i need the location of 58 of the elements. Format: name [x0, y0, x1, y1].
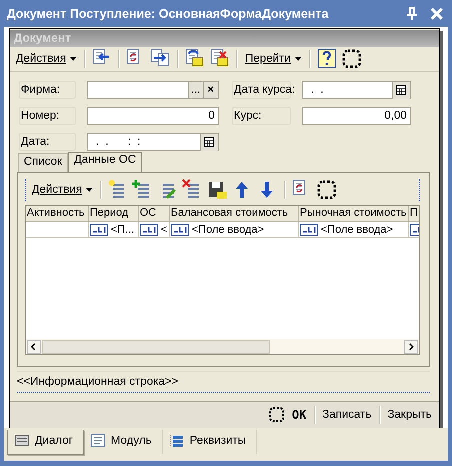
table-cell[interactable]: <Поле ввода>: [299, 222, 409, 238]
tab[interactable]: Данные ОС: [68, 152, 142, 172]
designer-tab[interactable]: Модуль: [84, 430, 163, 454]
table-cell[interactable]: <Поле ввода>: [170, 222, 299, 238]
input-field[interactable]: 0: [87, 107, 219, 125]
ok-button[interactable]: OK: [289, 406, 310, 424]
field-label: Курс:: [232, 107, 291, 125]
clear-button[interactable]: ×: [203, 82, 218, 98]
form-title: Документ: [10, 30, 439, 47]
actions-menu[interactable]: Перейти: [243, 53, 304, 65]
info-line: <<Информационная строка>>: [17, 376, 178, 388]
customize-icon[interactable]: [316, 179, 338, 201]
column-header[interactable]: Балансовая стоимость: [170, 206, 299, 222]
calendar-icon[interactable]: [392, 82, 410, 99]
module-icon[interactable]: [90, 433, 106, 449]
input-field[interactable]: . . : :: [87, 133, 219, 151]
dropdown-caret-icon[interactable]: [86, 188, 94, 192]
designer-tab[interactable]: Реквизиты: [162, 430, 258, 454]
actions-menu[interactable]: Действия: [30, 184, 96, 196]
designer-tab[interactable]: Диалог: [7, 430, 84, 455]
customize-icon[interactable]: [340, 48, 363, 70]
help-icon[interactable]: [316, 48, 338, 70]
column-header[interactable]: Активность: [26, 206, 89, 222]
form-button[interactable]: Закрыть: [384, 407, 435, 423]
form-button[interactable]: Записать: [320, 407, 375, 423]
close-icon[interactable]: [430, 6, 444, 20]
dropdown-caret-icon[interactable]: [294, 57, 302, 61]
dropdown-caret-icon[interactable]: [70, 57, 78, 61]
field-label: Номер:: [19, 107, 76, 125]
scroll-right-icon[interactable]: [404, 340, 418, 354]
pin-icon[interactable]: [406, 6, 418, 20]
input-field[interactable]: ... ×: [87, 81, 219, 99]
tab[interactable]: Список: [18, 153, 68, 172]
customize-icon[interactable]: [269, 407, 286, 423]
table-cell[interactable]: <П...: [89, 222, 139, 238]
table-cell[interactable]: [26, 222, 89, 238]
calendar-icon[interactable]: [200, 134, 218, 151]
window-title: Документ Поступление: ОсновнаяФормаДокумента: [7, 6, 330, 20]
text-field-icon[interactable]: [140, 224, 158, 236]
field-label: Фирма:: [19, 81, 76, 99]
column-header[interactable]: П: [409, 206, 419, 222]
text-field-icon[interactable]: [300, 224, 318, 236]
column-header[interactable]: ОС: [139, 206, 170, 222]
list-icon[interactable]: [168, 433, 185, 449]
column-header[interactable]: Рыночная стоимость: [299, 206, 409, 222]
text-field-icon[interactable]: [171, 224, 189, 236]
horizontal-scrollbar[interactable]: [26, 339, 419, 354]
save-icon[interactable]: [207, 179, 230, 201]
select-button[interactable]: ...: [188, 82, 203, 98]
input-field[interactable]: . .: [302, 81, 411, 99]
scroll-left-icon[interactable]: [27, 340, 41, 354]
field-label: Дата:: [19, 133, 76, 151]
actions-menu[interactable]: Действия: [14, 53, 80, 65]
column-header[interactable]: Период: [89, 206, 139, 222]
table-cell[interactable]: <: [139, 222, 170, 238]
input-field[interactable]: 0,00: [302, 107, 411, 125]
text-field-icon[interactable]: [90, 224, 108, 236]
dialog-icon[interactable]: [14, 433, 30, 449]
